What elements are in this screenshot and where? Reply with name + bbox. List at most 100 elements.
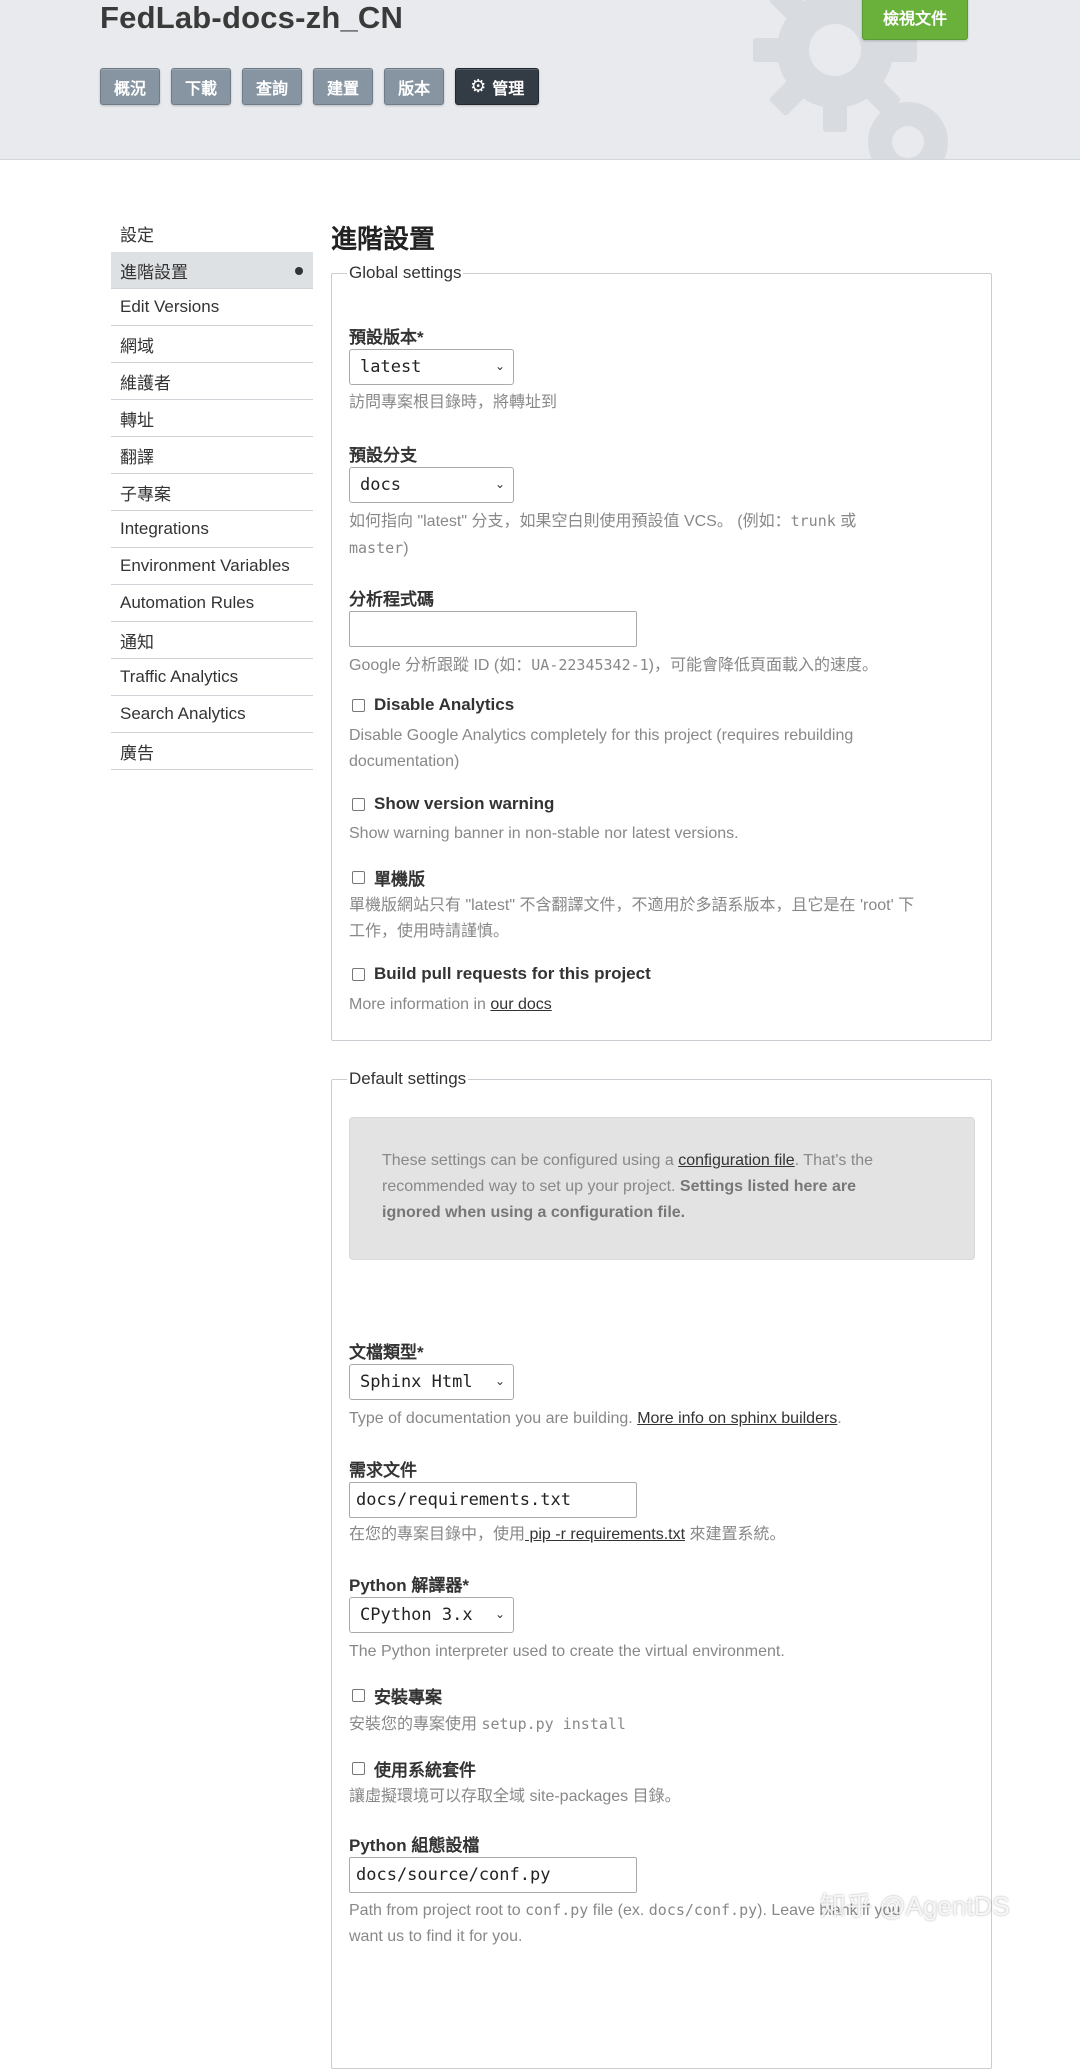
help-text: . [837,1410,842,1427]
doc-type-help: Type of documentation you are building. … [349,1406,842,1432]
single-version-help: 單機版網站只有 "latest" 不含翻譯文件，不適用於多語系版本，且它是在 '… [349,893,979,945]
sidebar-item-translations[interactable]: 翻譯 [111,437,313,474]
python-interpreter-select[interactable]: CPython 3.x ⌄ [349,1597,514,1633]
chevron-down-icon: ⌄ [494,1607,505,1621]
system-packages-checkbox[interactable] [352,1762,365,1775]
tab-overview[interactable]: 概況 [100,68,161,105]
install-project-label[interactable]: 安裝專案 [374,1683,442,1708]
sidebar-item-integrations[interactable]: Integrations [111,511,313,548]
help-text: 在您的專案目錄中，使用 [349,1526,526,1543]
tab-admin-label: 管理 [492,80,525,98]
project-header: FedLab-docs-zh_CN 檢視文件 概況 下載 查詢 建置 版本 ⚙ … [0,0,1080,160]
help-text: documentation) [349,753,460,770]
help-code: master [349,539,404,557]
help-text: 如何指向 "latest" 分支，如果空白則使用預設值 VCS。 (例如： [349,513,791,530]
sidebar-item-notifications[interactable]: 通知 [111,622,313,659]
help-text: )，可能會降低頁面載入的速度。 [648,657,879,674]
configuration-file-link[interactable]: configuration file [678,1152,795,1169]
single-version-checkbox[interactable] [352,871,365,884]
tab-builds[interactable]: 建置 [313,68,374,105]
help-text: 單機版網站只有 "latest" 不含翻譯文件，不適用於多語系版本，且它是在 '… [349,897,915,914]
sphinx-builders-link[interactable]: More info on sphinx builders [637,1410,837,1427]
build-pull-requests-label[interactable]: Build pull requests for this project [374,964,651,984]
default-version-value: latest [360,357,422,377]
sidebar-item-ads[interactable]: 廣告 [111,733,313,770]
disable-analytics-help: Disable Google Analytics completely for … [349,723,969,775]
help-text: 安裝您的專案使用 [349,1716,482,1733]
tab-admin[interactable]: ⚙ 管理 [455,68,540,105]
note-text: recommended way to set up your project. [382,1178,680,1195]
sidebar-item-automation-rules[interactable]: Automation Rules [111,585,313,622]
note-bold-text: ignored when using a configuration file. [382,1204,686,1221]
sidebar-item-maintainers[interactable]: 維護者 [111,363,313,400]
default-branch-value: docs [360,475,401,495]
help-text: want us to find it for you. [349,1928,523,1945]
sidebar-item-label: 進階設置 [120,262,188,282]
help-text: ) [403,540,409,557]
requirements-file-label: 需求文件 [349,1461,417,1480]
disable-analytics-checkbox[interactable] [352,698,365,712]
default-version-label: 預設版本* [349,328,424,347]
default-branch-select[interactable]: docs ⌄ [349,467,514,503]
install-project-checkbox[interactable] [352,1689,365,1702]
sidebar-item-environment-variables[interactable]: Environment Variables [111,548,313,585]
analytics-code-label: 分析程式碼 [349,590,434,609]
default-version-select[interactable]: latest ⌄ [349,349,514,385]
view-docs-button[interactable]: 檢視文件 [862,0,968,40]
sidebar-item-settings[interactable]: 設定 [111,215,313,252]
sidebar-item-edit-versions[interactable]: Edit Versions [111,289,313,326]
python-interpreter-value: CPython 3.x [360,1605,473,1625]
python-interpreter-help: The Python interpreter used to create th… [349,1643,785,1660]
build-pull-requests-checkbox[interactable] [352,967,365,981]
python-interpreter-label: Python 解譯器* [349,1576,469,1595]
default-branch-help: 如何指向 "latest" 分支，如果空白則使用預設值 VCS。 (例如：tru… [349,508,969,562]
pip-requirements-link[interactable]: pip -r requirements.txt [525,1526,685,1543]
help-code: UA-22345342-1 [531,656,649,674]
python-conf-input[interactable]: docs/source/conf.py [349,1857,637,1893]
our-docs-link[interactable]: our docs [490,996,551,1013]
analytics-code-help: Google 分析跟蹤 ID (如：UA-22345342-1)，可能會降低頁面… [349,652,969,679]
watermark: 知乎 @AgentDS [820,1891,1010,1921]
system-packages-label[interactable]: 使用系統套件 [374,1756,476,1781]
chevron-down-icon: ⌄ [494,359,505,373]
sidebar-item-subprojects[interactable]: 子專案 [111,474,313,511]
help-text: Disable Google Analytics completely for … [349,727,854,744]
chevron-down-icon: ⌄ [494,1374,505,1388]
requirements-file-input[interactable]: docs/requirements.txt [349,1482,637,1518]
global-settings-fieldset: Global settings 預設版本* latest ⌄ 訪問專案根目錄時，… [331,263,992,1041]
help-code: trunk [790,512,836,530]
tab-versions[interactable]: 版本 [384,68,445,105]
show-version-warning-label[interactable]: Show version warning [374,794,554,814]
gear-icon: ⚙ [470,76,487,96]
sidebar-item-redirects[interactable]: 轉址 [111,400,313,437]
sidebar-item-advanced-settings[interactable]: 進階設置 [111,252,313,289]
single-version-label[interactable]: 單機版 [374,865,425,890]
disable-analytics-label[interactable]: Disable Analytics [374,695,514,715]
system-packages-help: 讓虛擬環境可以存取全域 site-packages 目錄。 [349,1788,681,1805]
show-version-warning-checkbox[interactable] [352,797,365,811]
show-version-warning-help: Show warning banner in non-stable nor la… [349,825,739,842]
sidebar-item-search-analytics[interactable]: Search Analytics [111,696,313,733]
page-title: 進階設置 [331,224,436,254]
project-title[interactable]: FedLab-docs-zh_CN [100,0,403,36]
default-version-help: 訪問專案根目錄時，將轉址到 [349,394,558,411]
analytics-code-input[interactable] [349,611,637,647]
tab-search[interactable]: 查詢 [242,68,303,105]
tab-downloads[interactable]: 下載 [171,68,232,105]
sidebar-item-domains[interactable]: 網域 [111,326,313,363]
doc-type-select[interactable]: Sphinx Html ⌄ [349,1364,514,1400]
default-branch-label: 預設分支 [349,446,417,465]
active-dot-icon [295,267,303,275]
python-conf-label: Python 組態設檔 [349,1836,480,1855]
doc-type-label: 文檔類型* [349,1343,424,1362]
help-code: docs/conf.py [648,1901,758,1919]
help-text: 來建置系統。 [685,1526,786,1543]
doc-type-value: Sphinx Html [360,1372,473,1392]
build-pull-requests-help: More information in our docs [349,992,552,1018]
help-text: More information in [349,996,491,1013]
help-code: setup.py install [481,1715,626,1733]
note-text: . That's the [794,1152,874,1169]
note-text: These settings can be configured using a [382,1152,679,1169]
help-text: file (ex. [588,1902,649,1919]
sidebar-item-traffic-analytics[interactable]: Traffic Analytics [111,659,313,696]
